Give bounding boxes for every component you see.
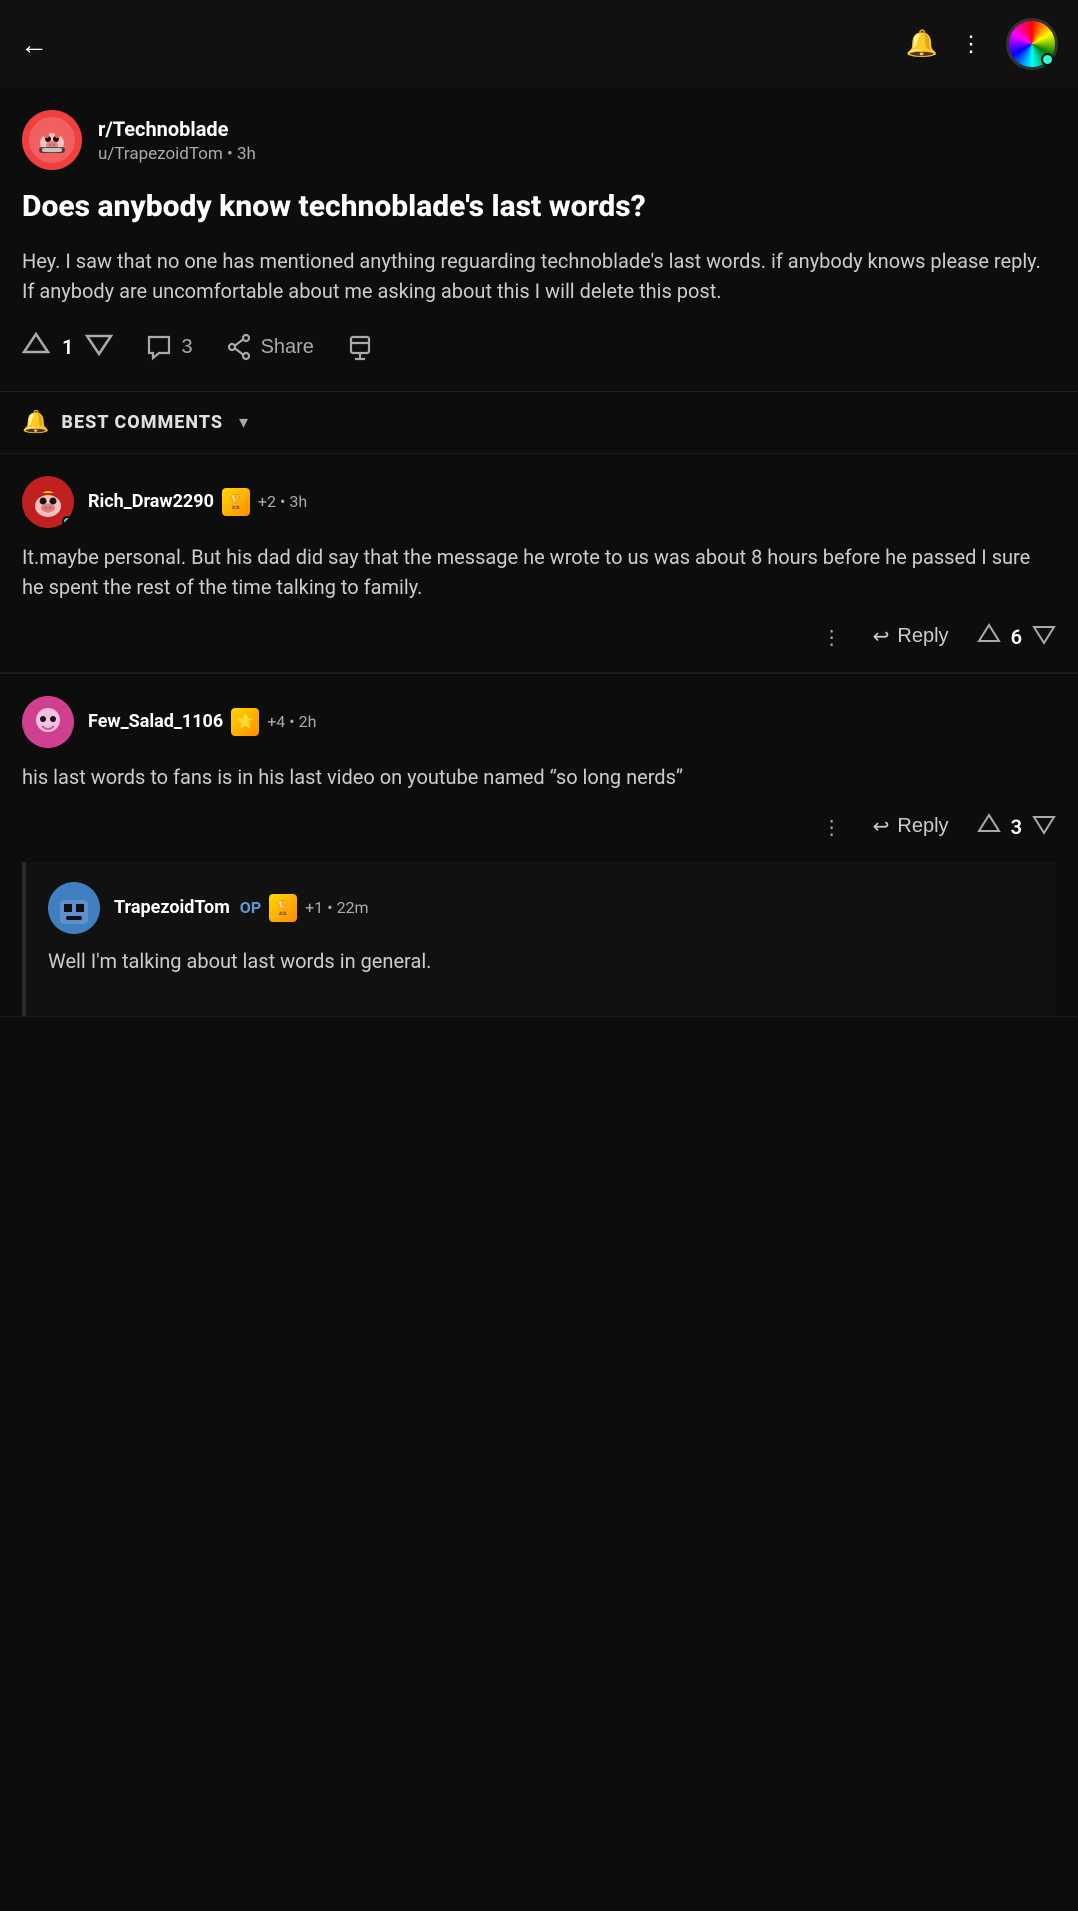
vote-group: 1 — [22, 330, 113, 365]
nested-badge-1: 🏆 — [269, 894, 297, 922]
comment-upvote-1[interactable] — [977, 622, 1001, 652]
comment-username-1[interactable]: Rich_Draw2290 — [88, 491, 214, 512]
reply-label-1: Reply — [897, 625, 948, 648]
reply-label-2: Reply — [897, 815, 948, 838]
comment-vote-count-2: 3 — [1011, 815, 1022, 839]
comment-block-2: Few_Salad_1106 ⭐ +4 • 2h his last words … — [0, 674, 1078, 1017]
nested-comment-1: TrapezoidTom OP 🏆 +1 • 22m Well I'm talk… — [22, 862, 1056, 1016]
sort-chevron-icon[interactable]: ▾ — [239, 412, 248, 433]
post-section: r/Technoblade u/TrapezoidTom • 3h Does a… — [0, 88, 1078, 392]
bell-icon[interactable]: 🔔 — [906, 29, 938, 59]
op-label: OP — [240, 898, 261, 917]
comment-downvote-1[interactable] — [1032, 622, 1056, 652]
subreddit-avatar[interactable] — [22, 110, 82, 170]
reply-button-2[interactable]: ↩ Reply — [873, 814, 949, 839]
nested-avatar-img-1 — [48, 882, 100, 934]
upvote-button[interactable] — [22, 330, 50, 365]
post-meta: r/Technoblade u/TrapezoidTom • 3h — [22, 110, 1056, 170]
nested-avatar-1[interactable] — [48, 882, 100, 934]
comment-username-2[interactable]: Few_Salad_1106 — [88, 711, 223, 732]
sort-icon: 🔔 — [22, 410, 49, 435]
post-time-separator: • — [227, 144, 237, 164]
comment-votes-2: 3 — [977, 812, 1056, 842]
sort-label: BEST COMMENTS — [61, 412, 223, 433]
comment-flair-2: +4 • 2h — [267, 712, 316, 731]
comments-button[interactable]: 3 — [145, 333, 192, 361]
topbar-right: 🔔 ⋮ — [906, 18, 1058, 70]
comment-header-1: Rich_Draw2290 🏆 +2 • 3h — [22, 476, 1056, 528]
comment-more-icon-2[interactable]: ⋮ — [822, 815, 845, 839]
comment-user-1: Rich_Draw2290 🏆 +2 • 3h — [88, 488, 307, 516]
comment-vote-count-1: 6 — [1011, 625, 1022, 649]
reply-button-1[interactable]: ↩ Reply — [873, 624, 949, 649]
post-body: Hey. I saw that no one has mentioned any… — [22, 246, 1056, 306]
reply-icon-1: ↩ — [873, 624, 890, 649]
comment-actions-2: ⋮ ↩ Reply 3 — [22, 812, 1056, 862]
reply-icon-2: ↩ — [873, 814, 890, 839]
comment-flair-1: +2 • 3h — [258, 492, 307, 511]
award-button[interactable] — [346, 333, 374, 361]
comment-votes-1: 6 — [977, 622, 1056, 652]
share-label: Share — [261, 336, 314, 359]
avatar-online-indicator — [1041, 53, 1054, 66]
post-author[interactable]: u/TrapezoidTom — [98, 144, 223, 164]
topbar-left: ← — [20, 28, 48, 61]
comment-badge-1: 🏆 — [222, 488, 250, 516]
subreddit-name[interactable]: r/Technoblade — [98, 117, 256, 141]
comment-header-2: Few_Salad_1106 ⭐ +4 • 2h — [22, 696, 1056, 748]
comments-sort-bar[interactable]: 🔔 BEST COMMENTS ▾ — [0, 392, 1078, 454]
post-author-time: u/TrapezoidTom • 3h — [98, 144, 256, 164]
post-meta-text: r/Technoblade u/TrapezoidTom • 3h — [98, 117, 256, 164]
comment-user-2: Few_Salad_1106 ⭐ +4 • 2h — [88, 708, 316, 736]
avatar[interactable] — [1006, 18, 1058, 70]
nested-comment-header-1: TrapezoidTom OP 🏆 +1 • 22m — [48, 882, 1034, 934]
comment-body-2: his last words to fans is in his last vi… — [22, 762, 1056, 792]
vote-count: 1 — [62, 335, 73, 359]
comment-avatar-2[interactable] — [22, 696, 74, 748]
back-icon[interactable]: ← — [20, 28, 48, 61]
comment-online-indicator-1 — [62, 516, 73, 527]
downvote-button[interactable] — [85, 330, 113, 365]
comment-avatar-img-2 — [22, 696, 74, 748]
nested-username-1[interactable]: TrapezoidTom — [114, 897, 230, 918]
nested-body-1: Well I'm talking about last words in gen… — [48, 946, 1034, 976]
topbar: ← 🔔 ⋮ — [0, 0, 1078, 88]
comment-badge-2: ⭐ — [231, 708, 259, 736]
comment-more-icon-1[interactable]: ⋮ — [822, 625, 845, 649]
comment-block-1: Rich_Draw2290 🏆 +2 • 3h It.maybe persona… — [0, 454, 1078, 673]
share-button[interactable]: Share — [225, 333, 314, 361]
post-time-ago: 3h — [237, 144, 256, 164]
comment-avatar-1[interactable] — [22, 476, 74, 528]
post-title: Does anybody know technoblade's last wor… — [22, 188, 1056, 226]
nested-flair-1: +1 • 22m — [305, 898, 368, 917]
comment-actions-1: ⋮ ↩ Reply 6 — [22, 622, 1056, 672]
comment-count: 3 — [181, 336, 192, 359]
comment-upvote-2[interactable] — [977, 812, 1001, 842]
post-actions: 1 3 Share — [22, 330, 1056, 381]
more-icon[interactable]: ⋮ — [960, 32, 984, 57]
comment-body-1: It.maybe personal. But his dad did say t… — [22, 542, 1056, 602]
comment-downvote-2[interactable] — [1032, 812, 1056, 842]
nested-user-1: TrapezoidTom OP 🏆 +1 • 22m — [114, 894, 369, 922]
